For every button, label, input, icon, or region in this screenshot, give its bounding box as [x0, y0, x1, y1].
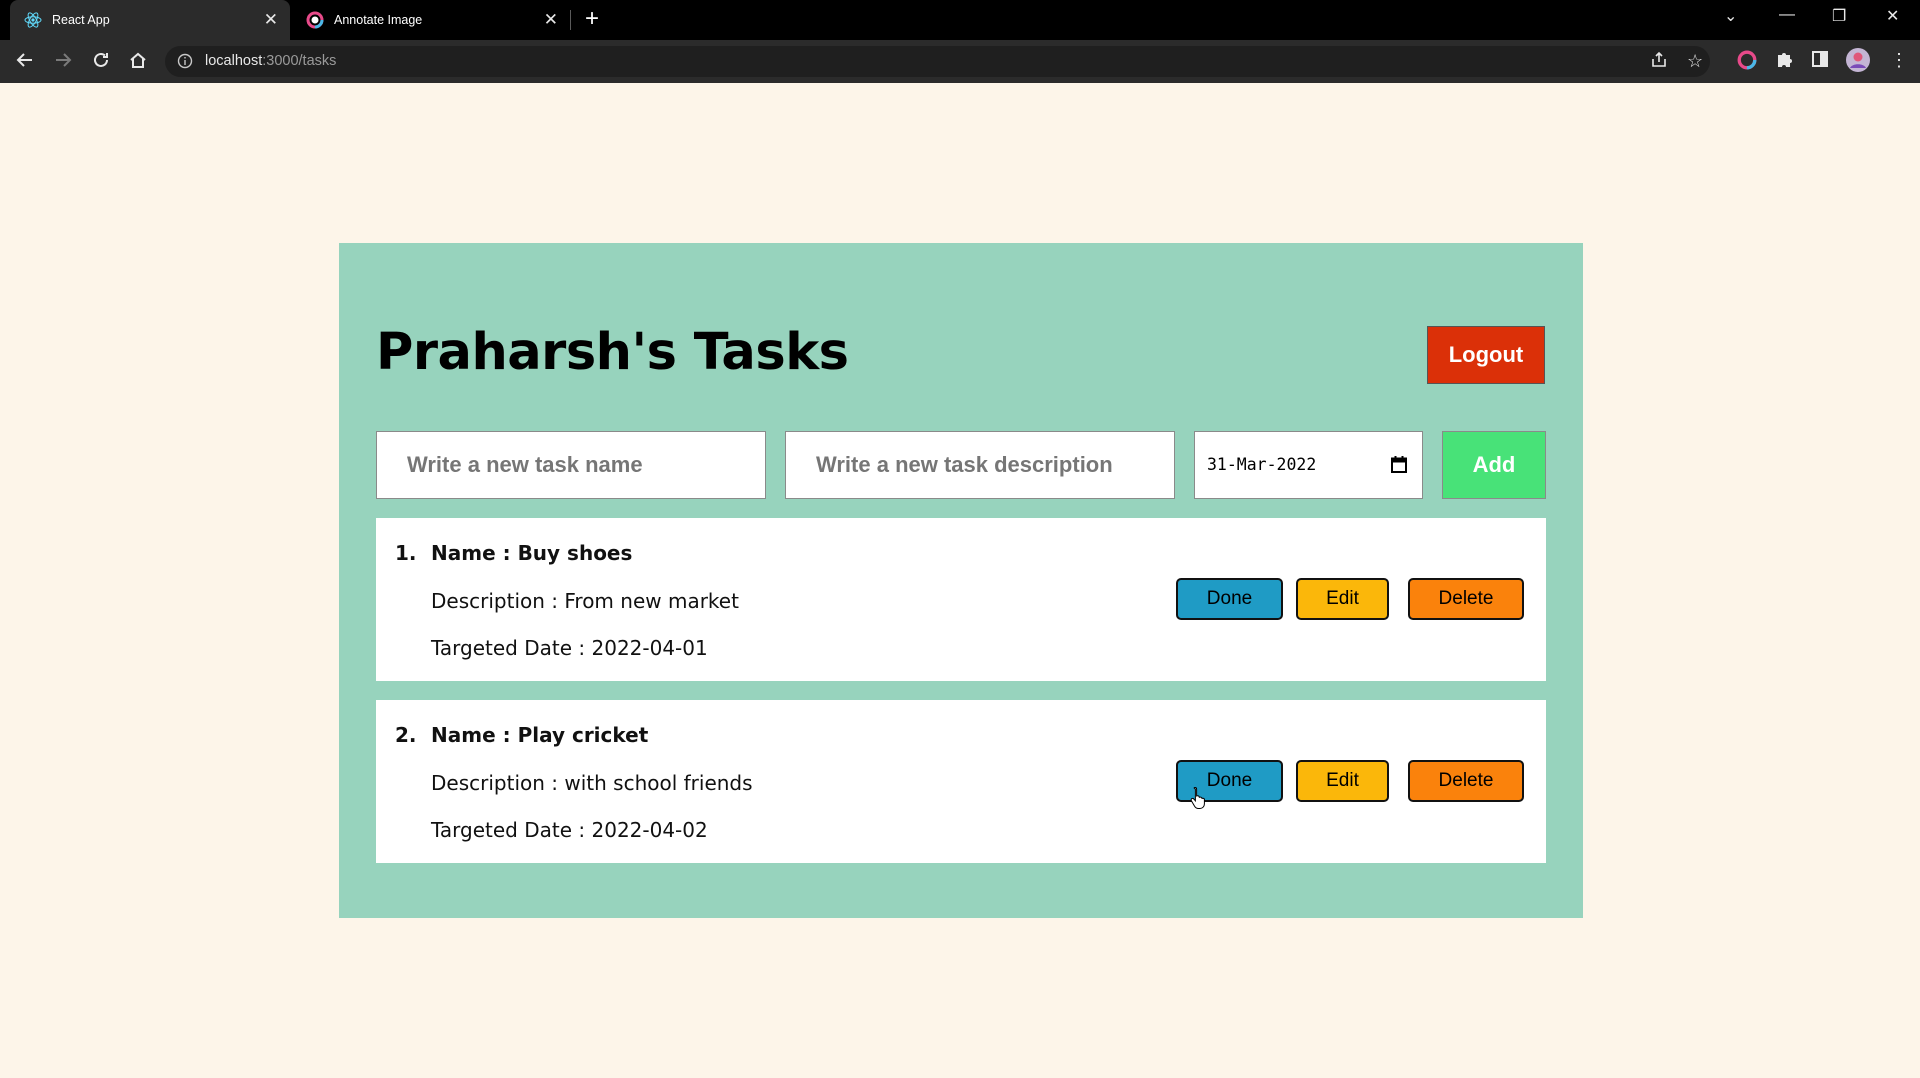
tab-react-app[interactable]: React App ✕	[10, 0, 290, 40]
share-icon[interactable]	[1650, 51, 1668, 74]
edit-button[interactable]: Edit	[1296, 578, 1389, 620]
hand-cursor-icon	[1190, 786, 1206, 810]
forward-icon[interactable]	[53, 50, 73, 75]
tab-strip: React App ✕ Annotate Image ✕ + ⌄ — ❐ ✕	[0, 0, 1920, 40]
tab-search-icon[interactable]: ⌄	[1724, 6, 1737, 26]
calendar-icon[interactable]	[1390, 455, 1408, 474]
annotate-extension-icon[interactable]	[1737, 50, 1757, 75]
logout-button[interactable]: Logout	[1427, 326, 1545, 384]
tasks-card: Praharsh's Tasks Logout 31-Mar-2022 Add …	[339, 243, 1583, 918]
task-date: Targeted Date : 2022-04-02	[431, 818, 708, 842]
edit-button[interactable]: Edit	[1296, 760, 1389, 802]
done-button[interactable]: Done	[1176, 578, 1283, 620]
tab-annotate-image[interactable]: Annotate Image ✕	[292, 0, 570, 40]
task-name: Name : Play cricket	[431, 723, 649, 747]
task-date: Targeted Date : 2022-04-01	[431, 636, 708, 660]
task-description: Description : with school friends	[431, 771, 753, 795]
new-tab-icon[interactable]: +	[585, 7, 599, 31]
side-panel-icon[interactable]	[1811, 50, 1829, 73]
task-name-field[interactable]	[376, 431, 766, 499]
extensions-puzzle-icon[interactable]	[1774, 49, 1794, 74]
tab-divider	[570, 10, 571, 30]
url-text: localhost:3000/tasks	[205, 53, 337, 69]
page-title: Praharsh's Tasks	[376, 323, 849, 382]
home-icon[interactable]	[128, 50, 148, 75]
add-task-button[interactable]: Add	[1442, 431, 1546, 499]
browser-toolbar: localhost:3000/tasks ☆ ⋮	[0, 40, 1920, 83]
tab-title: React App	[52, 13, 110, 27]
task-item: 2. Name : Play cricket Description : wit…	[376, 700, 1546, 863]
profile-avatar-icon[interactable]	[1846, 48, 1870, 77]
task-name: Name : Buy shoes	[431, 541, 633, 565]
restore-icon[interactable]: ❐	[1832, 6, 1846, 26]
tab-title: Annotate Image	[334, 13, 423, 27]
close-window-icon[interactable]: ✕	[1886, 6, 1899, 26]
task-number: 2.	[395, 723, 417, 747]
task-description-field[interactable]	[785, 431, 1175, 499]
delete-button[interactable]: Delete	[1408, 578, 1524, 620]
delete-button[interactable]: Delete	[1408, 760, 1524, 802]
task-name-input[interactable]	[377, 432, 765, 498]
site-info-icon[interactable]	[177, 53, 193, 69]
task-date-input[interactable]: 31-Mar-2022	[1194, 431, 1423, 499]
react-icon	[24, 11, 42, 29]
close-tab-icon[interactable]: ✕	[544, 11, 558, 29]
back-icon[interactable]	[15, 50, 35, 75]
address-bar[interactable]: localhost:3000/tasks ☆	[165, 46, 1710, 77]
task-description: Description : From new market	[431, 589, 739, 613]
date-value: 31-Mar-2022	[1207, 455, 1317, 474]
annotate-icon	[306, 11, 324, 29]
task-description-input[interactable]	[786, 432, 1174, 498]
close-tab-icon[interactable]: ✕	[264, 11, 278, 29]
reload-icon[interactable]	[91, 50, 111, 75]
bookmark-star-icon[interactable]: ☆	[1687, 50, 1703, 72]
minimize-icon[interactable]: —	[1779, 6, 1795, 24]
browser-menu-icon[interactable]: ⋮	[1890, 49, 1908, 71]
task-item: 1. Name : Buy shoes Description : From n…	[376, 518, 1546, 681]
task-number: 1.	[395, 541, 417, 565]
